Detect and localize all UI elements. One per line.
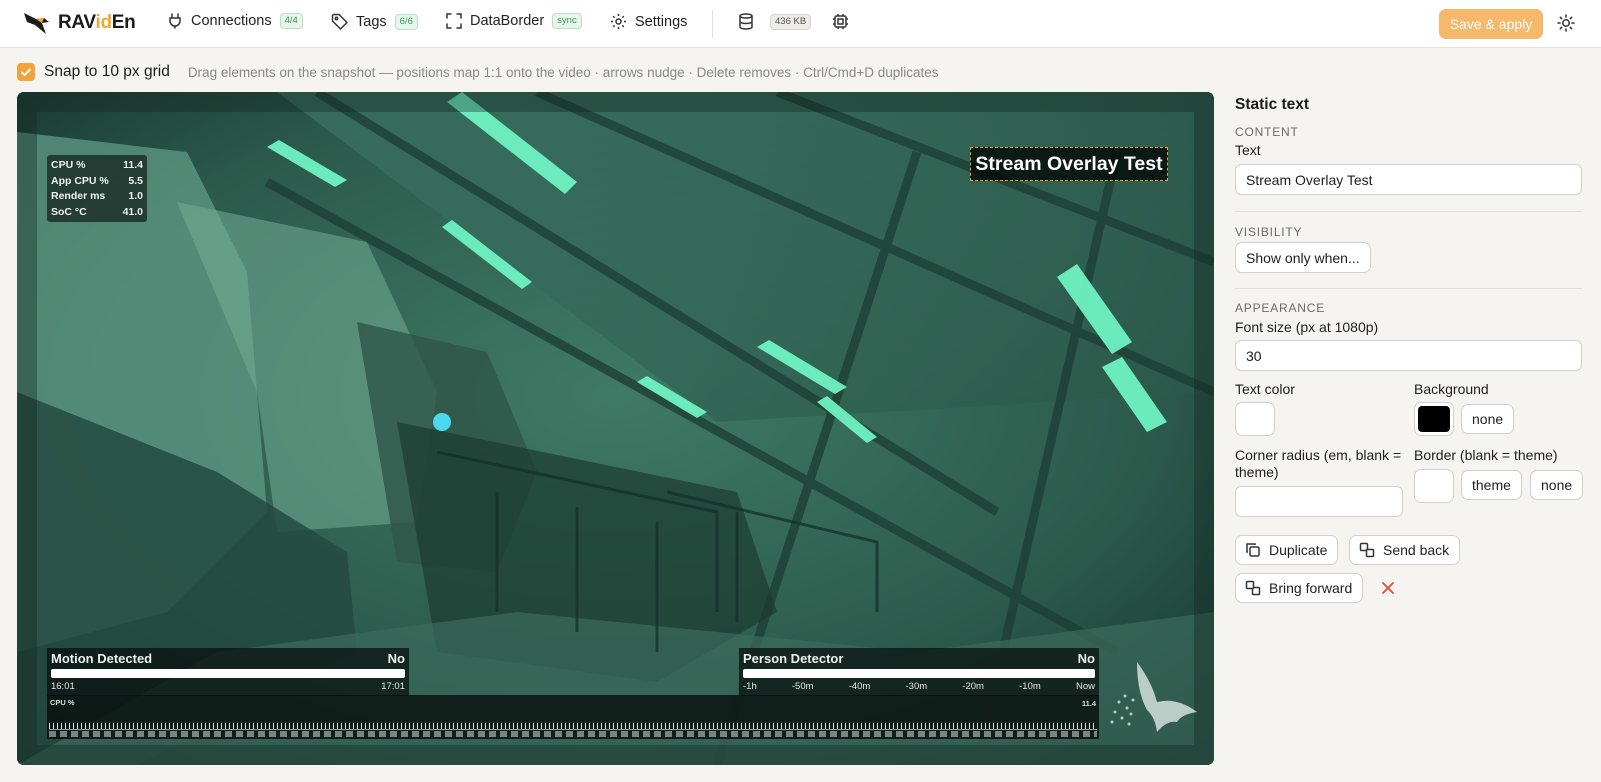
- axis-tick-label: -40m: [848, 681, 871, 692]
- snap-checkbox[interactable]: [17, 63, 35, 81]
- frame-corners-icon: [446, 13, 462, 29]
- axis-tick-label: Now: [1075, 681, 1095, 692]
- axis-tick-label: -20m: [962, 681, 984, 692]
- panel-title: Static text: [1235, 96, 1310, 113]
- nav-connections-label: Connections: [191, 13, 272, 29]
- sun-icon: [1557, 14, 1575, 32]
- text-input[interactable]: Stream Overlay Test: [1235, 164, 1582, 195]
- databorder-sync-badge: sync: [552, 13, 582, 29]
- stats-row: App CPU % 5.5: [51, 174, 143, 187]
- checkmark-icon: [21, 68, 31, 77]
- background-none-button[interactable]: none: [1461, 404, 1515, 434]
- cpu-timeline-overlay[interactable]: CPU % 11.4: [47, 695, 1099, 739]
- motion-start-time: 16:01: [51, 681, 75, 692]
- top-nav-bar: RAVidEn Connections 4/4 Tags 6/6 DataBor…: [0, 0, 1601, 48]
- font-size-label: Font size (px at 1080p): [1235, 319, 1379, 335]
- border-color-swatch[interactable]: [1414, 469, 1454, 503]
- axis-tick-label: -1h: [743, 681, 757, 692]
- section-divider: [1235, 288, 1582, 289]
- background-color-fill: [1418, 406, 1450, 432]
- axis-tick-label: -10m: [1019, 681, 1041, 692]
- nav-tags[interactable]: Tags 6/6: [331, 13, 418, 30]
- cpu-chip-icon: [833, 14, 848, 29]
- storage-indicator[interactable]: 436 KB: [738, 13, 812, 30]
- background-color-swatch[interactable]: [1414, 402, 1454, 436]
- chip-button[interactable]: [832, 13, 857, 30]
- nav-tags-label: Tags: [356, 13, 387, 30]
- motion-timeline-bar: [51, 669, 405, 678]
- section-divider: [1235, 211, 1582, 212]
- editor-hint: Drag elements on the snapshot — position…: [187, 64, 939, 80]
- corner-radius-label: Corner radius (em, blank = theme): [1235, 447, 1402, 480]
- border-theme-button[interactable]: theme: [1461, 470, 1522, 500]
- app-name: RAVidEn: [58, 12, 136, 33]
- motion-value: No: [387, 651, 405, 666]
- cpu-time-labels: [49, 731, 1097, 737]
- border-none-button[interactable]: none: [1530, 470, 1584, 500]
- border-label: Border (blank = theme): [1414, 447, 1558, 463]
- selected-text-overlay[interactable]: Stream Overlay Test: [970, 147, 1168, 181]
- send-back-button[interactable]: Send back: [1349, 535, 1461, 565]
- visibility-section-label: VISIBILITY: [1235, 225, 1303, 239]
- storage-size-badge: 436 KB: [770, 13, 812, 30]
- delete-button[interactable]: [1381, 581, 1395, 600]
- person-value: No: [1077, 651, 1095, 666]
- video-snapshot[interactable]: CPU % 11.4 App CPU % 5.5 Render ms 1.0 SoC …: [17, 92, 1214, 765]
- motion-end-time: 17:01: [381, 681, 405, 692]
- raven-logo-icon: [24, 13, 49, 34]
- text-field-label: Text: [1235, 142, 1261, 158]
- nav-connections[interactable]: Connections 4/4: [167, 13, 303, 29]
- axis-tick-label: -30m: [905, 681, 928, 692]
- plug-icon: [169, 13, 181, 29]
- duplicate-button[interactable]: Duplicate: [1235, 535, 1339, 565]
- raven-watermark-icon: [1110, 662, 1197, 732]
- background-label: Background: [1414, 381, 1489, 397]
- properties-panel: Static text CONTENT Text Stream Overlay …: [1235, 92, 1584, 603]
- nav-settings[interactable]: Settings: [610, 13, 687, 30]
- copy-icon: [1246, 543, 1260, 557]
- person-detector-overlay[interactable]: Person Detector No -1h -50m -40m -30m -20…: [739, 648, 1099, 696]
- stats-row: CPU % 11.4: [51, 159, 143, 171]
- send-back-icon: [1359, 542, 1375, 558]
- motion-title: Motion Detected: [51, 651, 153, 666]
- connections-count-badge: 4/4: [279, 13, 303, 29]
- font-size-input[interactable]: 30: [1235, 340, 1582, 371]
- bring-forward-icon: [1245, 580, 1261, 596]
- nav-databorder-label: DataBorder: [470, 13, 545, 29]
- tag-icon: [331, 13, 348, 30]
- database-icon: [739, 13, 753, 30]
- text-color-label: Text color: [1235, 381, 1295, 397]
- motion-detected-overlay[interactable]: Motion Detected No 16:01 17:01: [47, 648, 409, 696]
- stats-overlay[interactable]: CPU % 11.4 App CPU % 5.5 Render ms 1.0 SoC …: [47, 155, 147, 222]
- close-icon: [1382, 582, 1394, 594]
- cpu-strip-label: CPU %: [50, 698, 75, 707]
- nav-databorder[interactable]: DataBorder sync: [446, 13, 582, 29]
- axis-tick-label: -50m: [791, 681, 814, 692]
- snap-label: Snap to 10 px grid: [44, 63, 170, 80]
- tags-count-badge: 6/6: [394, 13, 418, 30]
- app-logo[interactable]: RAVidEn: [22, 10, 136, 36]
- content-section-label: CONTENT: [1235, 125, 1299, 139]
- show-only-when-button[interactable]: Show only when...: [1235, 242, 1371, 273]
- theme-toggle[interactable]: [1557, 14, 1575, 37]
- appearance-section-label: APPEARANCE: [1235, 301, 1326, 315]
- stats-row: SoC °C 41.0: [51, 205, 143, 218]
- stats-row: Render ms 1.0: [51, 190, 143, 202]
- save-apply-button[interactable]: Save & apply: [1439, 9, 1543, 39]
- cpu-baseline: [49, 729, 1097, 730]
- person-timeline-bar: [743, 669, 1095, 678]
- person-title: Person Detector: [743, 651, 844, 666]
- nav-divider: [712, 10, 713, 38]
- nav-settings-label: Settings: [635, 13, 688, 30]
- bring-forward-button[interactable]: Bring forward: [1235, 573, 1364, 603]
- corner-radius-input[interactable]: [1235, 486, 1403, 517]
- cpu-strip-value: 11.4: [1081, 699, 1096, 708]
- gear-icon: [611, 14, 626, 29]
- snap-row: Snap to 10 px grid Drag elements on the …: [17, 62, 939, 82]
- text-color-swatch[interactable]: [1235, 402, 1275, 436]
